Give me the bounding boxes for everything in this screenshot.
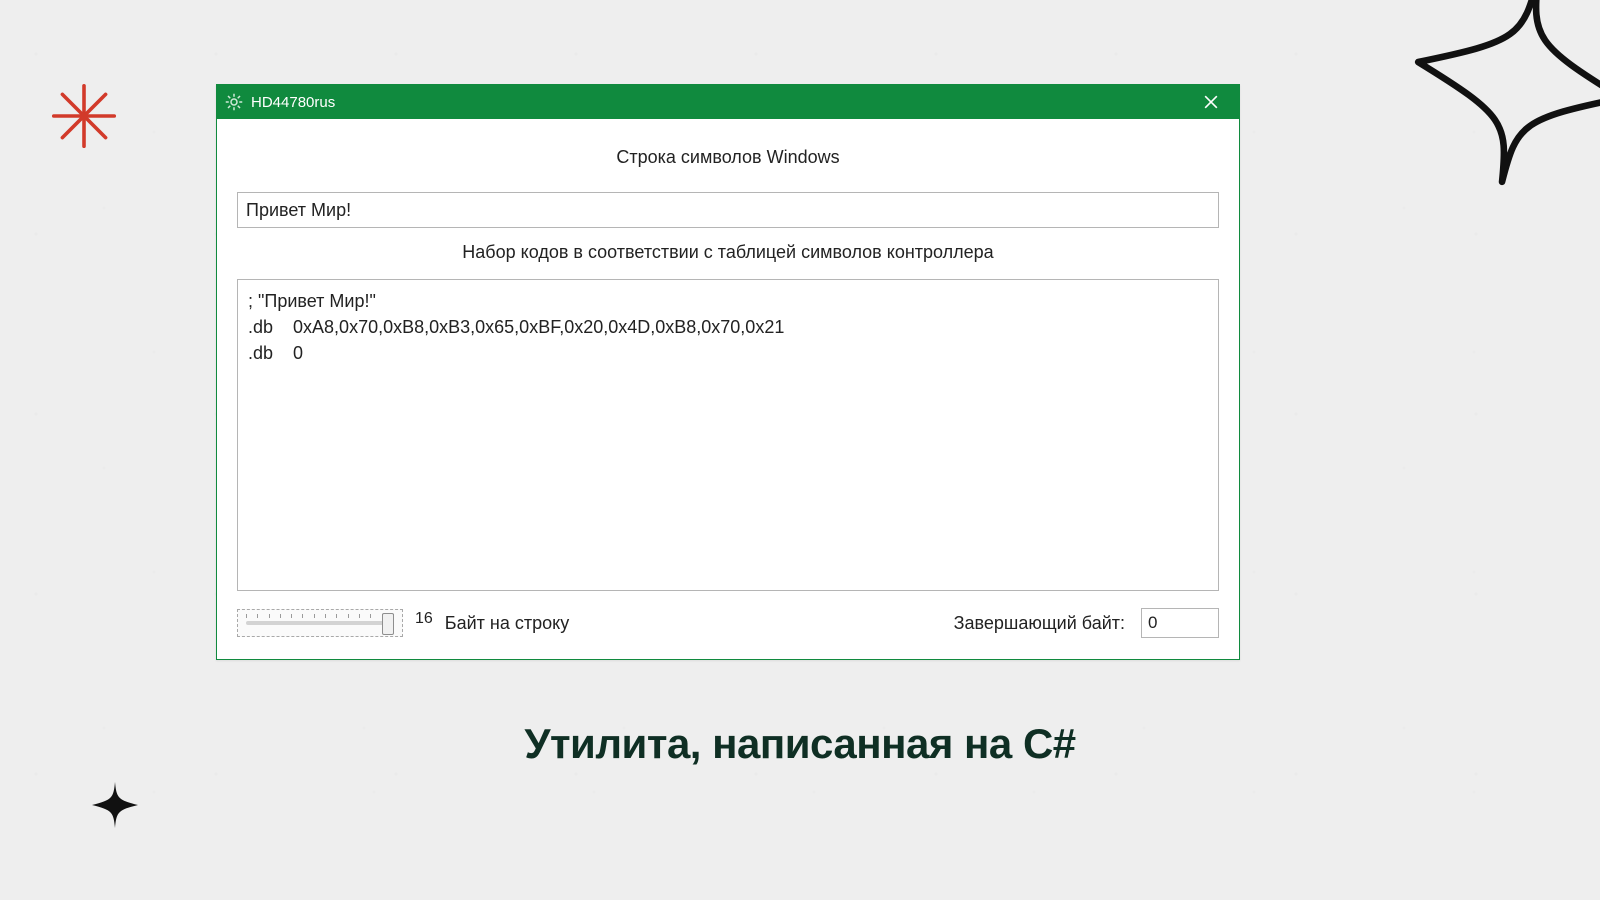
sparkle-icon bbox=[1410, 0, 1600, 190]
sparkle-small-icon bbox=[90, 780, 140, 830]
terminating-byte-input[interactable] bbox=[1141, 608, 1219, 638]
close-button[interactable] bbox=[1191, 85, 1231, 119]
titlebar[interactable]: HD44780rus bbox=[217, 85, 1239, 119]
app-window: HD44780rus Строка символов Windows Набор… bbox=[216, 84, 1240, 660]
source-string-input[interactable] bbox=[237, 192, 1219, 228]
terminating-byte-label: Завершающий байт: bbox=[954, 613, 1125, 634]
bottom-row: 16 Байт на строку Завершающий байт: bbox=[237, 605, 1219, 641]
output-codes-area[interactable]: ; "Привет Мир!" .db 0xA8,0x70,0xB8,0xB3,… bbox=[237, 279, 1219, 591]
bytes-per-line-label: Байт на строку bbox=[445, 613, 569, 634]
slider-thumb[interactable] bbox=[382, 613, 394, 635]
client-area: Строка символов Windows Набор кодов в со… bbox=[217, 119, 1239, 659]
window-title: HD44780rus bbox=[251, 94, 335, 111]
star-icon bbox=[48, 80, 120, 152]
slider-value: 16 bbox=[415, 610, 433, 628]
input-caption: Строка символов Windows bbox=[237, 147, 1219, 168]
bytes-per-line-slider[interactable] bbox=[237, 609, 403, 637]
gear-icon bbox=[225, 93, 243, 111]
slide-caption: Утилита, написанная на C# bbox=[0, 720, 1600, 768]
output-caption: Набор кодов в соответствии с таблицей си… bbox=[237, 242, 1219, 263]
